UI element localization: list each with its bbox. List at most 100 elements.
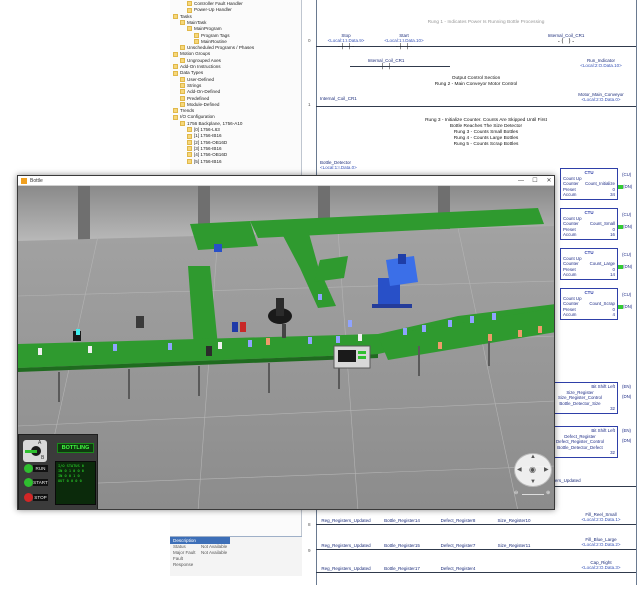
minimize-button[interactable]: — (514, 177, 528, 185)
register-contact[interactable]: Reg_Registers_Updated (318, 543, 374, 548)
tree-item[interactable]: Trends (173, 108, 194, 114)
tree-item[interactable]: Power-Up Handler (187, 7, 232, 13)
tree-item[interactable]: 1756 Backplane, 1756-A10 (180, 121, 242, 127)
tree-item[interactable]: Controller Fault Handler (187, 1, 243, 7)
output-coil[interactable]: Cap_Right <Local:2:O.Data.3> (568, 560, 634, 570)
dn-output: (DN) (618, 264, 632, 269)
tree-item-label: Trends (180, 108, 195, 114)
properties-header[interactable]: Description (170, 537, 230, 544)
camera-navigation-widget[interactable]: ▲ ▼ ◀ ▶ ◉ ⊖ ⊕ (514, 453, 552, 499)
register-contact[interactable]: Defect_Register8 (430, 518, 486, 523)
mode-selector-switch[interactable]: A B (23, 440, 47, 462)
tree-item[interactable]: Add-On Instructions (173, 64, 221, 70)
coil-run-indicator[interactable]: Run_Indicator <Local:2:O.Data.10> (568, 58, 634, 68)
rung-comment: Rung 1 - Indicates Power Is Running Bott… (427, 20, 545, 25)
ctu-counter-block[interactable]: CTU Count Up Counter Count_Small Preset 0 Accu… (560, 208, 618, 240)
tree-item[interactable]: MainTask (180, 20, 206, 26)
pan-down-icon[interactable]: ▼ (530, 479, 536, 485)
close-button[interactable]: ✕ (542, 177, 554, 185)
tree-item[interactable]: Strings (180, 83, 201, 89)
io-status-display: I/O STATUS 0 IN 0 1 0 0 0 IN 0 0 1 0 OUT 0 … (55, 461, 96, 505)
folder-icon (180, 95, 185, 101)
contact-bottle-detector[interactable]: Bottle_Detector <Local:1:I.Data.0> (320, 160, 380, 170)
tree-item[interactable]: Add-On-Defined (180, 89, 220, 95)
stop-button[interactable]: STOP (24, 493, 49, 502)
tree-item-label: Tasks (180, 13, 192, 19)
run-button[interactable]: RUN (24, 464, 49, 473)
window-title: Bottle (30, 178, 43, 184)
tree-item[interactable]: User-Defined (180, 77, 214, 83)
tree-item[interactable]: I/O Configuration (173, 114, 215, 120)
zoom-track[interactable] (522, 494, 544, 495)
3d-factory-scene[interactable] (18, 186, 554, 509)
contact-stop[interactable]: Stop <Local:1:I.Data.9> -| |- (324, 33, 368, 50)
rung-number[interactable]: 8 (308, 522, 311, 527)
en-output: (EN) (622, 384, 632, 389)
register-contact[interactable]: Defect_Register7 (430, 543, 486, 548)
maximize-button[interactable]: ☐ (528, 177, 542, 185)
folder-icon (173, 70, 178, 76)
folder-icon (180, 20, 185, 26)
tree-item[interactable]: Predefined (180, 96, 209, 102)
tree-item[interactable]: Unscheduled Programs / Phases (180, 45, 254, 51)
pan-up-icon[interactable]: ▲ (530, 454, 536, 460)
hmi-panel (333, 345, 371, 369)
conveyor-back (190, 221, 258, 250)
tree-item[interactable]: MainRoutine (194, 39, 227, 45)
ctu-counter-block[interactable]: CTU Count Up Counter Count_Initialize Preset… (560, 168, 618, 200)
branch-contact[interactable]: Internal_Coil_CR1-| |- (356, 58, 416, 70)
register-contact[interactable]: Bottle_Register15 (374, 543, 430, 548)
tree-item[interactable]: Tasks (173, 14, 192, 20)
tree-item[interactable]: [4] 1756-OB16D (187, 152, 227, 158)
coil-internal[interactable]: Internal_Coil_CR1 -( )- (536, 33, 596, 45)
tree-item[interactable]: [5] 1756-IB16 (187, 159, 222, 165)
register-contact[interactable]: Bottle_Register17 (374, 566, 430, 571)
ctu-counter-block[interactable]: CTU Count Up Counter Count_Large Preset 0 Accu… (560, 248, 618, 280)
pan-left-icon[interactable]: ◀ (517, 466, 522, 473)
folder-icon (180, 89, 185, 95)
start-lamp (24, 478, 33, 487)
tree-item[interactable]: Ungrouped Axes (180, 58, 221, 64)
zoom-out-icon[interactable]: ⊖ (514, 490, 518, 496)
tree-item[interactable]: Module-Defined (180, 102, 219, 108)
rung-number[interactable]: 1 (308, 102, 311, 107)
register-contact[interactable]: Reg_Registers_Updated (318, 518, 374, 523)
ctu-counter-block[interactable]: CTU Count Up Counter Count_Scrap Preset 0 Accu… (560, 288, 618, 320)
contact-internal-coil[interactable]: Internal_Coil_CR1 (320, 96, 380, 101)
register-contact[interactable]: Size_Register11 (486, 543, 542, 548)
tree-item[interactable]: Data Types (173, 70, 203, 76)
contact-start[interactable]: Start <Local:1:I.Data.10> -| |- (382, 33, 426, 50)
register-contact[interactable]: Size_Register10 (486, 518, 542, 523)
register-contact[interactable]: Reg_Registers_Updated (318, 566, 374, 571)
coil-motor-main-conveyor[interactable]: Motor_Main_Conveyor <Local:2:O.Data.0> (568, 92, 634, 102)
rung-comment-line: Rung 5 - Counts Scrap Bottles (453, 142, 519, 147)
rung-comment: Output Control Section Rung 2 - Main Conv… (434, 76, 518, 87)
tree-item-label: Ungrouped Axes (187, 57, 221, 63)
knob-pointer (25, 450, 37, 453)
zoom-slider[interactable]: ⊖ ⊕ (514, 490, 552, 498)
zoom-in-icon[interactable]: ⊕ (546, 490, 550, 496)
tree-item[interactable]: Motion Groups (173, 51, 210, 57)
tree-item[interactable]: [3] 1756-IB16 (187, 146, 222, 152)
tree-item[interactable]: MainProgram (187, 26, 222, 32)
register-contact[interactable]: Bottle_Register14 (374, 518, 430, 523)
tree-item[interactable]: Program Tags (194, 33, 230, 39)
rung-number[interactable]: 9 (308, 548, 311, 553)
tree-item[interactable]: [1] 1756-IB16 (187, 133, 222, 139)
output-coil[interactable]: Fill_Blue_Large <Local:2:O.Data.2> (568, 537, 634, 547)
tree-item-label: [1] 1756-IB16 (194, 133, 222, 139)
folder-icon (173, 13, 178, 19)
simulator-titlebar[interactable]: Bottle — ☐ ✕ (18, 176, 554, 186)
rung-number[interactable]: 0 (308, 38, 311, 43)
output-coil[interactable]: Fill_Reel_Small <Local:2:O.Data.1> (568, 512, 634, 522)
rung-wire (316, 572, 636, 573)
register-contact[interactable]: Defect_Register4 (430, 566, 486, 571)
lcd-line: OUT 0 0 0 0 (58, 479, 82, 483)
eye-icon[interactable]: ◉ (529, 465, 536, 474)
pan-right-icon[interactable]: ▶ (544, 466, 549, 473)
folder-icon (187, 7, 192, 13)
start-button[interactable]: START (24, 478, 49, 487)
start-label: START (33, 479, 48, 486)
tree-item[interactable]: [2] 1756-OB16D (187, 140, 227, 146)
tree-item[interactable]: [0] 1756-L63 (187, 127, 220, 133)
